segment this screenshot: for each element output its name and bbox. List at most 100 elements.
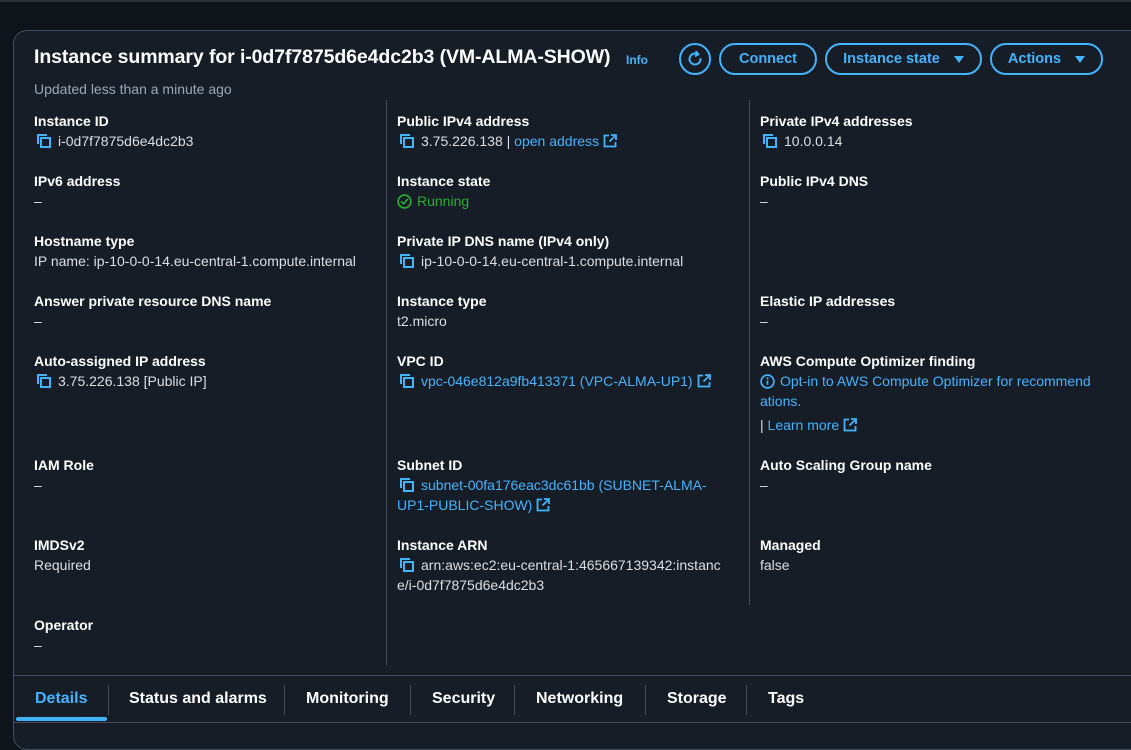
copy-icon[interactable]	[399, 253, 415, 269]
copy-icon[interactable]	[399, 477, 415, 493]
field-private-ipv4: Private IPv4 addresses 10.0.0.14	[760, 111, 913, 151]
tab-separator	[514, 685, 515, 715]
connect-label: Connect	[739, 51, 797, 67]
tab-details[interactable]: Details	[35, 690, 87, 708]
imdsv2-value: Required	[34, 557, 91, 573]
ipv6-label: IPv6 address	[34, 173, 121, 189]
managed-value: false	[760, 557, 790, 573]
operator-value: –	[34, 637, 42, 653]
field-managed: Managed false	[760, 535, 821, 575]
copy-icon[interactable]	[762, 133, 778, 149]
tab-separator	[746, 685, 747, 715]
operator-label: Operator	[34, 617, 94, 633]
field-operator: Operator –	[34, 615, 93, 655]
elastic-ip-value: –	[760, 313, 768, 329]
private-dns-value: ip-10-0-0-14.eu-central-1.compute.intern…	[421, 253, 684, 269]
public-dns-label: Public IPv4 DNS	[760, 173, 869, 189]
external-link-icon[interactable]	[843, 418, 858, 432]
field-hostname-type: Hostname type IP name: ip-10-0-0-14.eu-c…	[34, 231, 356, 271]
optimizer-label: AWS Compute Optimizer finding	[760, 353, 976, 369]
field-subnet-id: Subnet ID subnet-00fa176eac3dc61bb (SUBN…	[397, 455, 707, 515]
separator: |	[502, 133, 515, 149]
copy-icon[interactable]	[36, 133, 52, 149]
subnet-link-continued[interactable]: UP1-PUBLIC-SHOW)	[397, 497, 532, 513]
optimizer-opt-in-link[interactable]: Opt-in to AWS Compute Optimizer for reco…	[780, 373, 1091, 389]
connect-button[interactable]: Connect	[719, 43, 817, 75]
instance-state-label: Instance state	[843, 51, 940, 67]
caret-down-icon	[1075, 55, 1086, 63]
check-circle-icon	[397, 194, 412, 209]
tab-separator	[108, 685, 109, 715]
iam-role-label: IAM Role	[34, 457, 94, 473]
managed-label: Managed	[760, 537, 821, 553]
field-iam-role: IAM Role –	[34, 455, 94, 495]
field-public-ipv4: Public IPv4 address 3.75.226.138 | open …	[397, 111, 617, 151]
answer-dns-value: –	[34, 313, 42, 329]
instance-arn-label: Instance ARN	[397, 537, 488, 553]
vpc-id-label: VPC ID	[397, 353, 444, 369]
tab-separator	[645, 685, 646, 715]
auto-ip-label: Auto-assigned IP address	[34, 353, 206, 369]
instance-arn-value-continued: e/i-0d7f7875d6e4dc2b3	[397, 577, 545, 593]
private-ipv4-value: 10.0.0.14	[784, 133, 843, 149]
field-imdsv2: IMDSv2 Required	[34, 535, 91, 575]
public-ipv4-label: Public IPv4 address	[397, 113, 530, 129]
external-link-icon[interactable]	[603, 134, 617, 148]
info-circle-icon	[760, 374, 775, 389]
ipv6-value: –	[34, 193, 42, 209]
private-ipv4-label: Private IPv4 addresses	[760, 113, 913, 129]
copy-icon[interactable]	[399, 373, 415, 389]
instance-state-button[interactable]: Instance state	[825, 43, 982, 75]
field-compute-optimizer: AWS Compute Optimizer finding Opt-in to …	[760, 351, 1091, 435]
tab-separator	[284, 685, 285, 715]
auto-ip-value: 3.75.226.138 [Public IP]	[58, 373, 207, 389]
field-instance-arn: Instance ARN arn:aws:ec2:eu-central-1:46…	[397, 535, 721, 595]
tab-security[interactable]: Security	[432, 690, 495, 708]
field-asg-name: Auto Scaling Group name –	[760, 455, 932, 495]
instance-arn-value: arn:aws:ec2:eu-central-1:465667139342:in…	[421, 557, 721, 573]
answer-dns-label: Answer private resource DNS name	[34, 293, 272, 309]
refresh-icon	[688, 50, 702, 66]
copy-icon[interactable]	[399, 557, 415, 573]
field-instance-id: Instance ID i-0d7f7875d6e4dc2b3	[34, 111, 193, 151]
tabs-top-border	[13, 675, 1131, 676]
copy-icon[interactable]	[36, 373, 52, 389]
actions-button[interactable]: Actions	[990, 43, 1103, 75]
tab-monitoring[interactable]: Monitoring	[306, 690, 389, 708]
field-private-dns: Private IP DNS name (IPv4 only) ip-10-0-…	[397, 231, 683, 271]
tab-status-and-alarms[interactable]: Status and alarms	[129, 690, 267, 708]
tab-networking[interactable]: Networking	[536, 690, 623, 708]
hostname-type-value: IP name: ip-10-0-0-14.eu-central-1.compu…	[34, 253, 356, 269]
tab-separator	[410, 685, 411, 715]
tab-storage[interactable]: Storage	[667, 690, 727, 708]
field-ipv6: IPv6 address –	[34, 171, 120, 211]
active-tab-indicator	[16, 717, 107, 721]
vpc-link[interactable]: vpc-046e812a9fb413371 (VPC-ALMA-UP1)	[421, 373, 693, 389]
field-instance-state: Instance state Running	[397, 171, 490, 211]
field-elastic-ip: Elastic IP addresses –	[760, 291, 895, 331]
column-divider	[749, 100, 750, 605]
hostname-type-label: Hostname type	[34, 233, 135, 249]
open-address-link[interactable]: open address	[514, 133, 599, 149]
external-link-icon[interactable]	[536, 498, 551, 512]
external-link-icon[interactable]	[697, 374, 711, 388]
instance-state-value: Running	[417, 193, 470, 209]
copy-icon[interactable]	[399, 133, 415, 149]
actions-label: Actions	[1007, 51, 1062, 67]
public-dns-value: –	[760, 193, 768, 209]
learn-more-separator: |	[760, 417, 768, 433]
instance-type-value: t2.micro	[397, 313, 447, 329]
private-dns-label: Private IP DNS name (IPv4 only)	[397, 233, 610, 249]
top-strip	[0, 0, 1131, 2]
optimizer-opt-in-link-continued[interactable]: ations.	[760, 391, 1091, 411]
subnet-link[interactable]: subnet-00fa176eac3dc61bb (SUBNET-ALMA-	[421, 477, 707, 493]
info-link[interactable]: Info	[626, 53, 648, 67]
updated-timestamp: Updated less than a minute ago	[34, 81, 232, 97]
tab-tags[interactable]: Tags	[768, 690, 804, 708]
field-vpc-id: VPC ID vpc-046e812a9fb413371 (VPC-ALMA-U…	[397, 351, 711, 391]
refresh-button[interactable]	[679, 43, 711, 75]
learn-more-link[interactable]: Learn more	[768, 417, 840, 433]
iam-role-value: –	[34, 477, 42, 493]
field-auto-assigned-ip: Auto-assigned IP address 3.75.226.138 [P…	[34, 351, 207, 391]
instance-type-label: Instance type	[397, 293, 487, 309]
